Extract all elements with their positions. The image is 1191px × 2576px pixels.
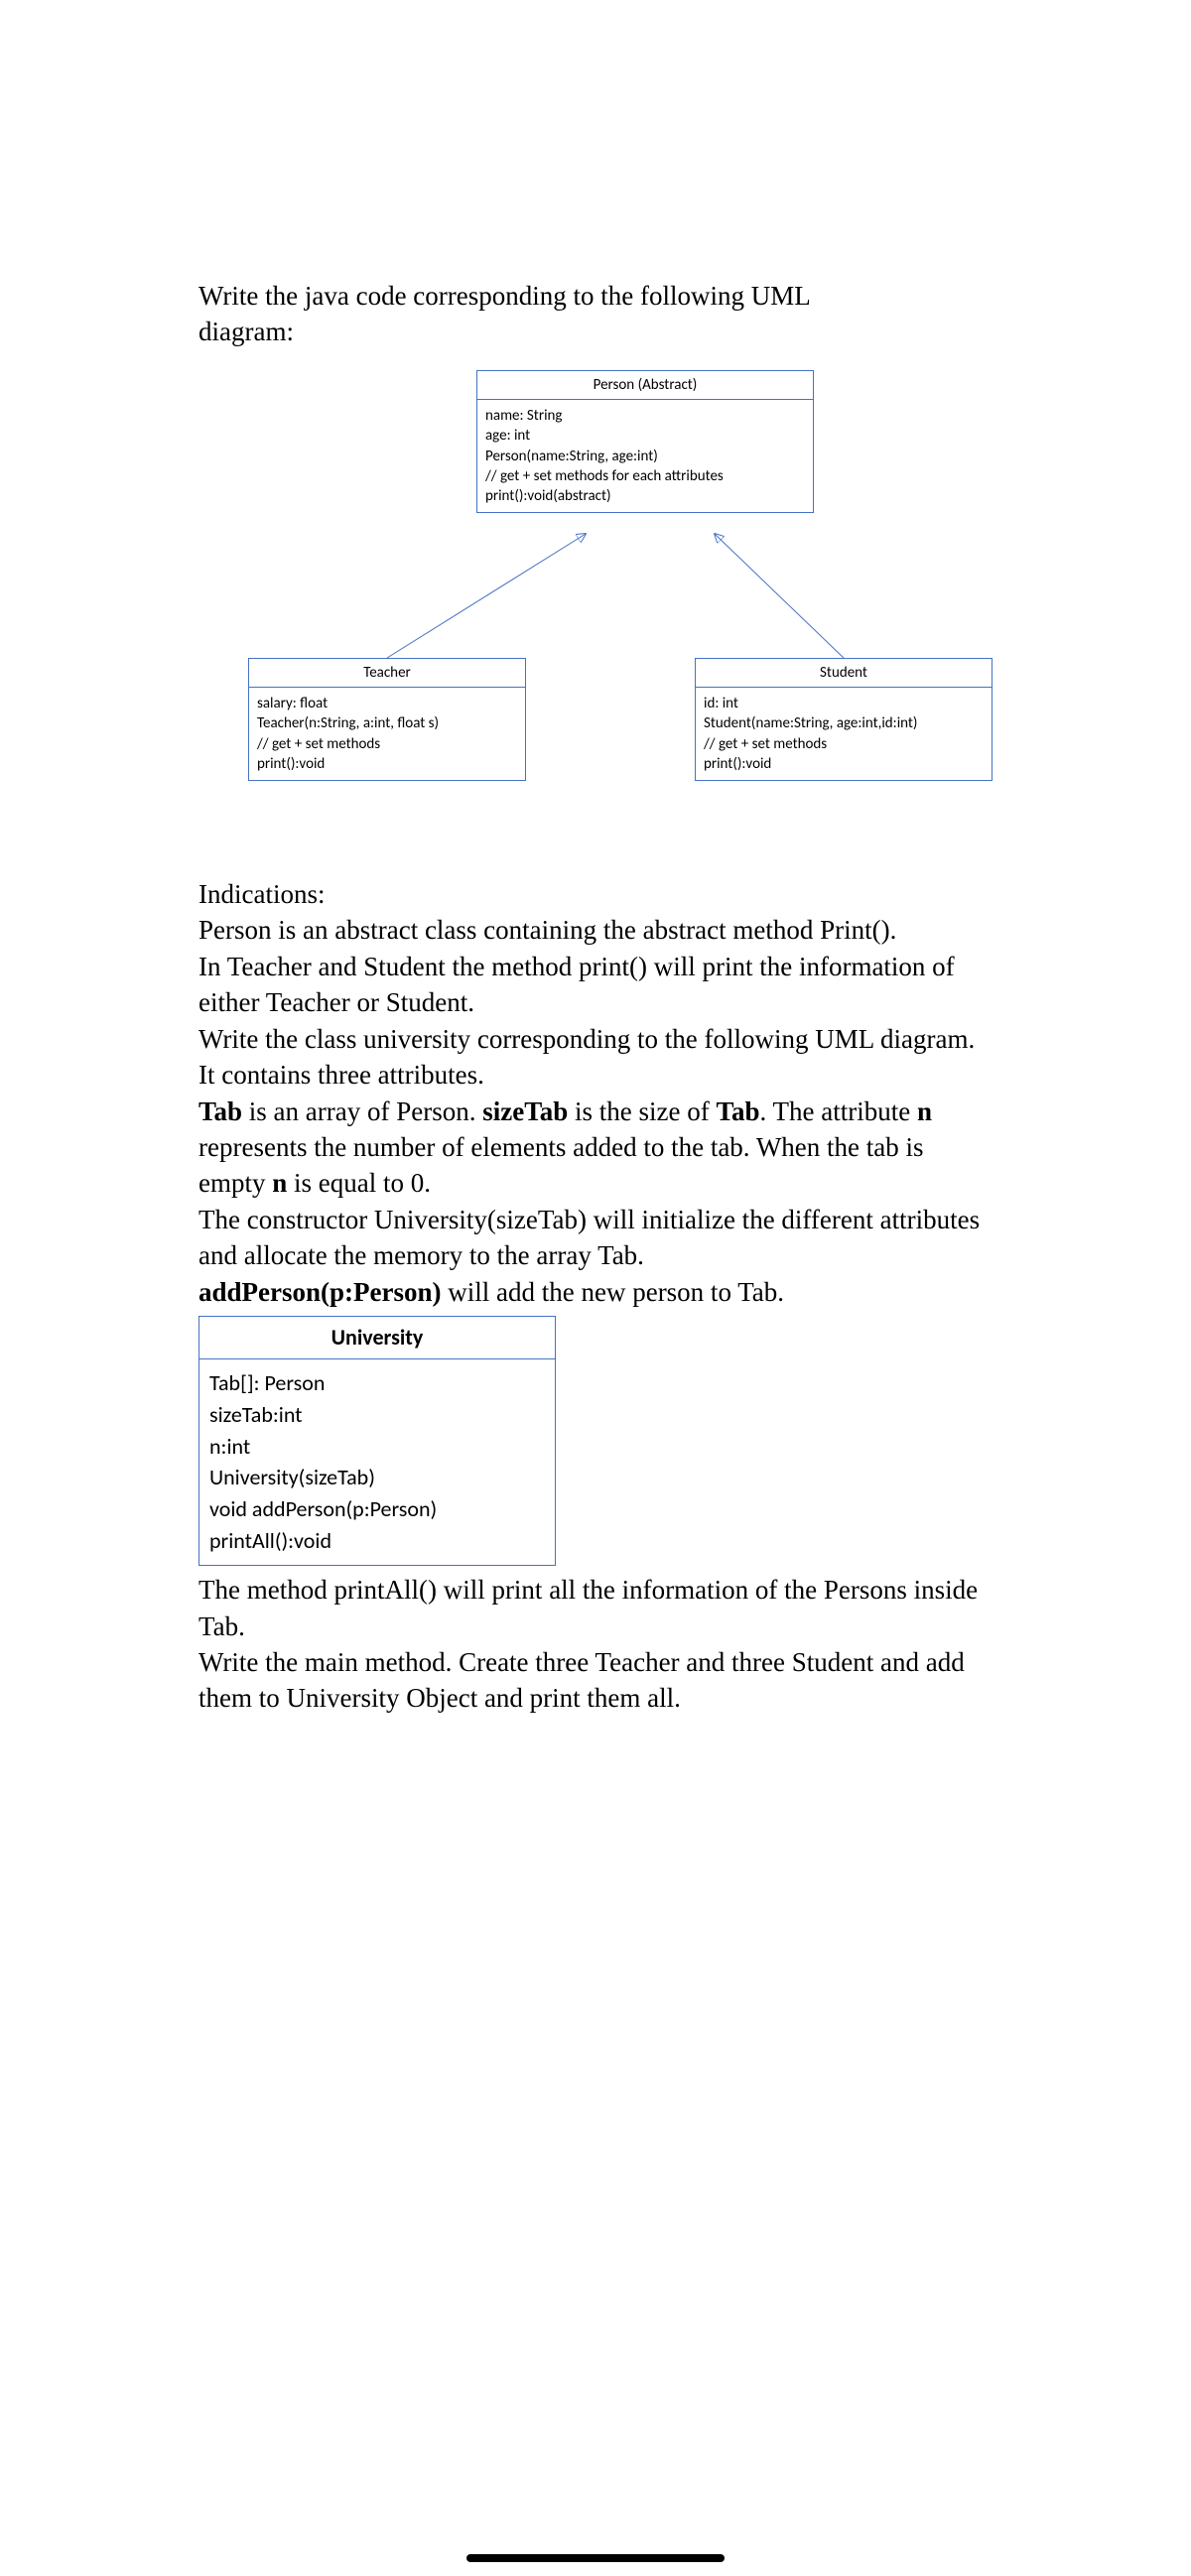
indications-p4: Tab is an array of Person. sizeTab is th… (198, 1094, 992, 1202)
student-attr: print():void (704, 754, 984, 774)
p4-mid2: is the size of (568, 1096, 716, 1126)
indications-p3: Write the class university corresponding… (198, 1021, 992, 1094)
person-class-box: Person (Abstract) name: String age: int … (476, 370, 814, 514)
tab-bold: Tab (198, 1096, 242, 1126)
person-attr: Person(name:String, age:int) (485, 447, 805, 466)
teacher-attr: print():void (257, 754, 517, 774)
university-attr: Tab[]: Person (209, 1367, 545, 1399)
p4-mid5: is equal to 0. (287, 1168, 431, 1198)
intro-text: Write the java code corresponding to the… (198, 278, 992, 350)
person-attr: // get + set methods for each attributes (485, 466, 805, 486)
university-attr: void addPerson(p:Person) (209, 1493, 545, 1525)
footer-p2: Write the main method. Create three Teac… (198, 1644, 992, 1717)
intro-line2: diagram: (198, 317, 294, 346)
n-bold-2: n (272, 1168, 287, 1198)
intro-line1: Write the java code corresponding to the… (198, 281, 811, 311)
student-body: id: int Student(name:String, age:int,id:… (696, 688, 992, 780)
university-title: University (199, 1317, 555, 1359)
teacher-attr: Teacher(n:String, a:int, float s) (257, 713, 517, 733)
teacher-attr: // get + set methods (257, 734, 517, 754)
student-attr: Student(name:String, age:int,id:int) (704, 713, 984, 733)
person-body: name: String age: int Person(name:String… (477, 400, 813, 512)
university-attr: printAll():void (209, 1525, 545, 1557)
n-bold: n (917, 1096, 932, 1126)
sizetab-bold: sizeTab (482, 1096, 568, 1126)
university-attr: sizeTab:int (209, 1399, 545, 1431)
university-attr: University(sizeTab) (209, 1462, 545, 1493)
teacher-title: Teacher (249, 659, 525, 688)
student-class-box: Student id: int Student(name:String, age… (695, 658, 992, 781)
teacher-class-box: Teacher salary: float Teacher(n:String, … (248, 658, 526, 781)
p4-mid3: . The attribute (760, 1096, 917, 1126)
uml-diagram: Person (Abstract) name: String age: int … (198, 370, 992, 846)
p4-mid1: is an array of Person. (242, 1096, 482, 1126)
indications-p6: addPerson(p:Person) will add the new per… (198, 1274, 992, 1310)
indications-section: Indications: Person is an abstract class… (198, 876, 992, 1310)
student-title: Student (696, 659, 992, 688)
person-attr: name: String (485, 406, 805, 426)
indications-p1: Person is an abstract class containing t… (198, 912, 992, 948)
university-body: Tab[]: Person sizeTab:int n:int Universi… (199, 1359, 555, 1565)
university-class-box: University Tab[]: Person sizeTab:int n:i… (198, 1316, 556, 1566)
footer-p1: The method printAll() will print all the… (198, 1572, 992, 1644)
teacher-body: salary: float Teacher(n:String, a:int, f… (249, 688, 525, 780)
footer-section: The method printAll() will print all the… (198, 1572, 992, 1717)
home-indicator (466, 2554, 725, 2562)
teacher-attr: salary: float (257, 694, 517, 713)
person-title: Person (Abstract) (477, 371, 813, 400)
addperson-bold: addPerson(p:Person) (198, 1277, 442, 1307)
student-attr: // get + set methods (704, 734, 984, 754)
person-attr: print():void(abstract) (485, 486, 805, 506)
tab-bold-2: Tab (716, 1096, 759, 1126)
indications-heading: Indications: (198, 876, 992, 912)
person-attr: age: int (485, 426, 805, 446)
p6-rest: will add the new person to Tab. (442, 1277, 785, 1307)
indications-p5: The constructor University(sizeTab) will… (198, 1202, 992, 1274)
university-attr: n:int (209, 1431, 545, 1463)
indications-p2: In Teacher and Student the method print(… (198, 949, 992, 1021)
student-attr: id: int (704, 694, 984, 713)
